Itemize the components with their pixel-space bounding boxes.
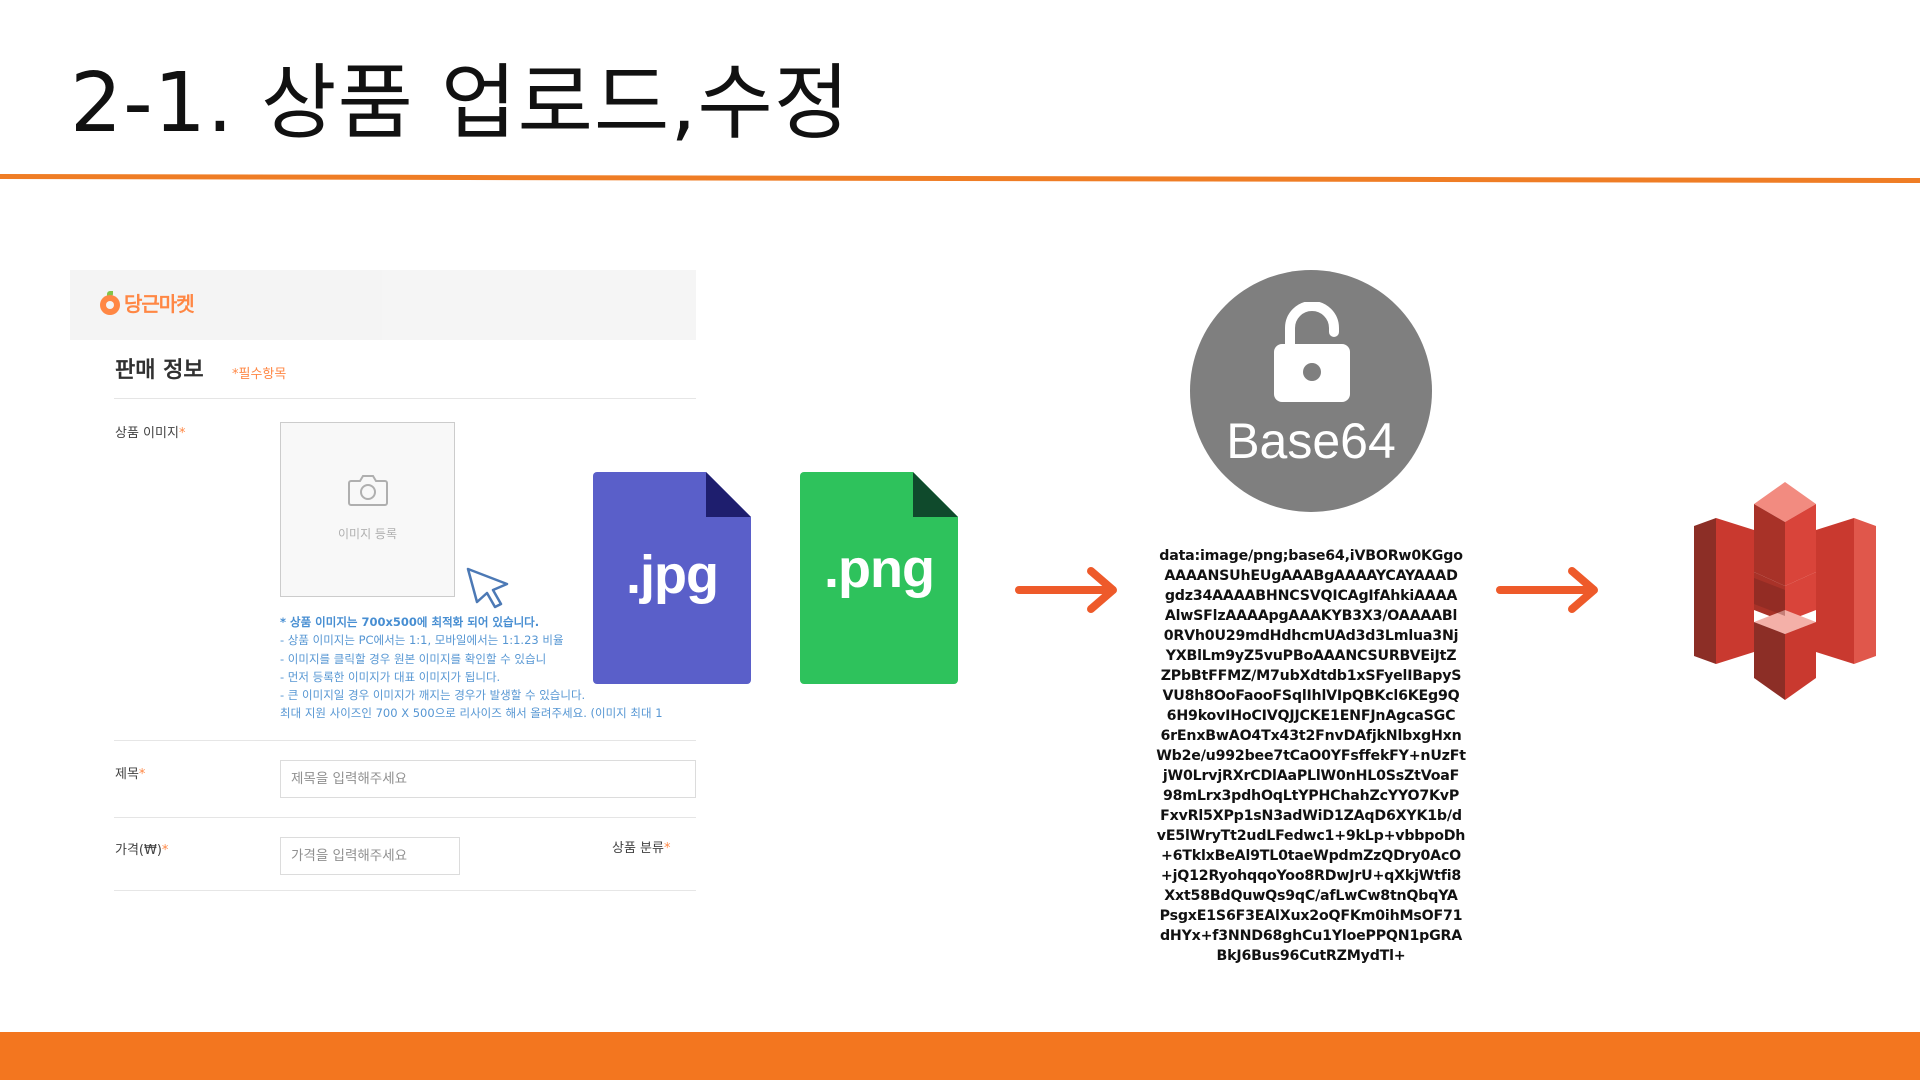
carrot-icon: [100, 290, 120, 315]
png-file-icon: .png: [800, 472, 958, 684]
base64-line: +jQ12RyohqqoYoo8RDwJrU+qXkjWtfi8: [1160, 868, 1462, 884]
base64-line: AlwSFlzAAAApgAAAKYB3X3/OAAAABl: [1164, 608, 1458, 624]
base64-line: ZPbBtFFMZ/M7ubXdtdb1xSFyelIBapyS: [1160, 668, 1462, 684]
arrow-right-icon: [1015, 567, 1117, 613]
daangn-logo[interactable]: 당근마켓: [100, 288, 195, 317]
base64-line: 0RVh0U29mdHdhcmUAd3d3Lmlua3Nj: [1163, 628, 1459, 644]
base64-line: 6H9kovIHoCIVQJJCKE1ENFJnAgcaSGC: [1166, 708, 1456, 724]
base64-line: PsgxE1S6F3EAlXux2oQFKm0ihMsOF71: [1159, 908, 1463, 924]
base64-line: 6rEnxBwAO4Tx43t2FnvDAfjkNlbxgHxn: [1160, 728, 1462, 744]
base64-line: YXBlLm9yZ5vuPBoAAANCSURBVEiJtZ: [1165, 648, 1457, 664]
cursor-icon: [466, 567, 509, 609]
base64-line: vE5lWryTt2udLFedwc1+9kLp+vbbpoDh: [1156, 828, 1466, 844]
base64-line: Xxt58BdQuwQs9qC/afLwCw8tnQbqYA: [1164, 888, 1458, 904]
camera-icon: [348, 475, 388, 506]
slide-title: 2-1. 상품 업로드,수정: [70, 56, 851, 151]
image-register-label: 이미지 등록: [337, 527, 397, 541]
base64-line: dHYx+f3NND68ghCu1YloePPQN1pGRA: [1159, 928, 1463, 944]
base64-line: BkJ6Bus96CutRZMydTl+: [1216, 948, 1406, 964]
image-field-label: 상품 이미지*: [115, 426, 186, 441]
base64-line: VU8h8OoFaooFSqlIhlVIpQBKcl6KEg9Q: [1162, 688, 1460, 704]
base64-line: +6TklxBeAl9TL0taeWpdmZzQDry0AcO: [1160, 848, 1462, 864]
note-line: - 큰 이미지일 경우 이미지가 깨지는 경우가 발생할 수 있습니다.: [280, 688, 586, 703]
base64-badge: Base64: [1190, 270, 1432, 512]
jpg-file-icon: .jpg: [593, 472, 751, 684]
note-line: 최대 지원 사이즈인 700 X 500으로 리사이즈 해서 올려주세요. (이…: [280, 706, 663, 721]
base64-line: jW0LrvjRXrCDlAaPLlW0nHL0SsZtVoaF: [1162, 768, 1460, 784]
divider: [114, 398, 696, 399]
form-header: 당근마켓: [70, 270, 696, 340]
section-title: 판매 정보: [115, 358, 204, 383]
jpg-label: .jpg: [626, 545, 719, 605]
price-input[interactable]: 가격을 입력해주세요: [280, 837, 460, 875]
image-upload-box[interactable]: 이미지 등록: [280, 422, 455, 597]
base64-label: Base64: [1226, 413, 1396, 469]
base64-line: AAAANSUhEUgAAABgAAAAYCAYAAAD: [1164, 568, 1458, 584]
title-field-label: 제목*: [115, 767, 146, 782]
divider: [114, 890, 696, 891]
lock-open-icon: [1274, 302, 1350, 402]
footer-bar: [0, 1032, 1920, 1080]
base64-string: data:image/png;base64,iVBORw0KGgo AAAANS…: [1150, 546, 1472, 966]
logo-text: 당근마켓: [124, 292, 195, 316]
base64-line: Wb2e/u992bee7tCaO0YFsffekFY+nUzFt: [1156, 748, 1466, 764]
base64-line: FxvRl5XPp1sN3adWiD1ZAqD6XYK1b/d: [1160, 808, 1462, 824]
base64-line: 98mLrx3pdhOqLtYPHChahZcYYO7KvP: [1162, 788, 1460, 804]
title-divider: [0, 174, 1920, 184]
category-field-label: 상품 분류*: [612, 841, 671, 856]
png-label: .png: [824, 539, 935, 599]
title-input[interactable]: 제목을 입력해주세요: [280, 760, 696, 798]
arrow-right-icon: [1496, 567, 1598, 613]
divider: [114, 817, 696, 818]
required-note: *필수항목: [232, 367, 287, 382]
divider: [114, 740, 696, 741]
aws-s3-icon: [1694, 482, 1876, 700]
price-field-label: 가격(₩)*: [115, 843, 169, 858]
base64-line: data:image/png;base64,iVBORw0KGgo: [1159, 548, 1463, 564]
base64-line: gdz34AAAABHNCSVQICAgIfAhkiAAAA: [1164, 588, 1458, 604]
